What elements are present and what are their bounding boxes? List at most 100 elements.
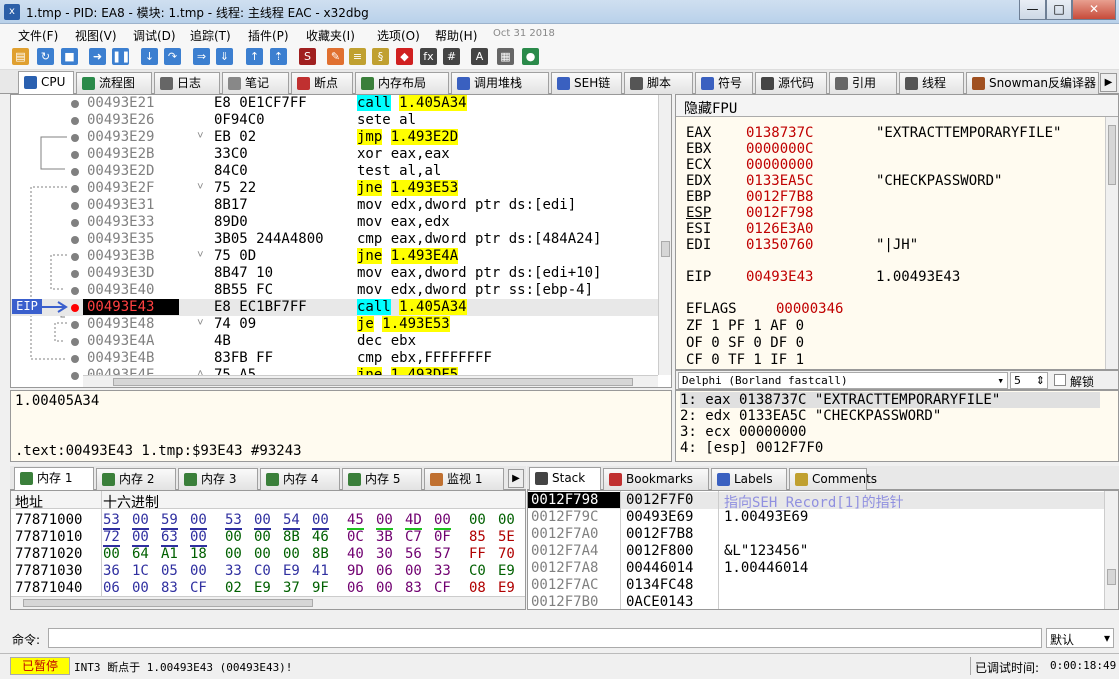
trace-over-icon[interactable]: ⇓ — [216, 48, 233, 65]
menu-help[interactable]: 帮助(H) — [435, 27, 477, 44]
breakpoint-bullet-icon[interactable] — [71, 185, 79, 193]
arguments-panel[interactable]: 1: eax 0138737C "EXTRACTTEMPORARYFILE" 2:… — [675, 390, 1119, 462]
tabs-scroll-right-icon[interactable]: ▶ — [1100, 73, 1117, 92]
dump-tabs-scroll-icon[interactable]: ▶ — [508, 469, 524, 488]
breakpoint-bullet-icon[interactable] — [71, 321, 79, 329]
stack-tab-0[interactable]: Stack — [529, 467, 601, 490]
breakpoint-bullet-icon[interactable] — [71, 151, 79, 159]
step-over-icon[interactable]: ↷ — [164, 48, 181, 65]
disasm-row[interactable]: 00493E48 ˅ 74 09 je 1.493E53 — [11, 316, 671, 333]
breakpoint-bullet-icon[interactable] — [71, 287, 79, 295]
stack-row[interactable]: 0012F7A8 00446014 1.00446014 — [528, 560, 1104, 577]
disassembly-view[interactable]: 00493E21 E8 0E1CF7FF call 1.405A34 00493E26… — [10, 94, 672, 388]
command-mode-select[interactable]: 默认 ▾ — [1046, 628, 1114, 648]
argument-row[interactable]: 4: [esp] 0012F7F0 — [680, 440, 823, 456]
disasm-row[interactable]: 00493E4A 4B dec ebx — [11, 333, 671, 350]
patch-icon[interactable]: ✎ — [327, 48, 344, 65]
labels-icon[interactable]: § — [372, 48, 389, 65]
breakpoint-bullet-icon[interactable] — [71, 117, 79, 125]
stack-view[interactable]: 0012F798 0012F7F0 指向SEH_Record[1]的指针 0012F7… — [527, 490, 1119, 610]
run-icon[interactable]: ➜ — [89, 48, 106, 65]
menu-plugins[interactable]: 插件(P) — [248, 27, 289, 44]
registers-panel[interactable]: 隐藏FPU EAX 0138737C "EXTRACTTEMPORARYFILE" E… — [675, 94, 1119, 370]
run-to-user-icon[interactable]: ↑ — [246, 48, 263, 65]
tab-10[interactable]: 源代码 — [755, 72, 827, 94]
comments-icon[interactable]: ≡ — [349, 48, 366, 65]
breakpoint-bullet-icon[interactable] — [71, 304, 79, 312]
disasm-row[interactable]: 00493E3D 8B47 10 mov eax,dword ptr ds:[edi… — [11, 265, 671, 282]
disasm-row[interactable]: 00493E31 8B17 mov edx,dword ptr ds:[edi] — [11, 197, 671, 214]
tab-1[interactable]: 流程图 — [76, 72, 152, 94]
breakpoint-bullet-icon[interactable] — [71, 202, 79, 210]
argument-row[interactable]: 2: edx 0133EA5C "CHECKPASSWORD" — [680, 408, 941, 424]
bookmark-icon[interactable]: ◆ — [396, 48, 413, 65]
disasm-row[interactable]: 00493E2D 84C0 test al,al — [11, 163, 671, 180]
stack-row[interactable]: 0012F7B0 0ACE0143 — [528, 594, 1104, 609]
trace-into-icon[interactable]: ⇒ — [193, 48, 210, 65]
breakpoint-bullet-icon[interactable] — [71, 134, 79, 142]
scylla-icon[interactable]: S — [299, 48, 316, 65]
tab-8[interactable]: 脚本 — [624, 72, 693, 94]
tab-4[interactable]: 断点 — [291, 72, 353, 94]
tab-2[interactable]: 日志 — [154, 72, 220, 94]
disasm-row[interactable]: 00493E4B 83FB FF cmp ebx,FFFFFFFF — [11, 350, 671, 367]
tab-7[interactable]: SEH链 — [551, 72, 622, 94]
calculator-icon[interactable]: ▦ — [497, 48, 514, 65]
stack-tab-3[interactable]: Comments — [789, 468, 877, 490]
disasm-row[interactable]: 00493E29 ˅ EB 02 jmp 1.493E2D — [11, 129, 671, 146]
dump-hscrollbar[interactable] — [11, 596, 525, 609]
disasm-scrollbar[interactable] — [658, 95, 671, 375]
font-icon[interactable]: A — [471, 48, 488, 65]
run-to-return-icon[interactable]: ⇡ — [270, 48, 287, 65]
dump-tab-4[interactable]: 内存 5 — [342, 468, 422, 490]
breakpoint-bullet-icon[interactable] — [71, 372, 79, 380]
regs-scrollbar[interactable] — [1105, 117, 1118, 369]
disasm-row[interactable]: 00493E40 8B55 FC mov edx,dword ptr ss:[ebp… — [11, 282, 671, 299]
dump-tab-0[interactable]: 内存 1 — [14, 467, 94, 490]
tab-9[interactable]: 符号 — [695, 72, 753, 94]
minimize-button[interactable]: — — [1019, 0, 1046, 20]
disasm-row[interactable]: 00493E26 0F94C0 sete al — [11, 112, 671, 129]
disasm-row[interactable]: 00493E3B ˅ 75 0D jne 1.493E4A — [11, 248, 671, 265]
function-icon[interactable]: fx — [420, 48, 437, 65]
menu-debug[interactable]: 调试(D) — [133, 27, 176, 44]
tab-6[interactable]: 调用堆栈 — [451, 72, 549, 94]
restart-icon[interactable]: ↻ — [37, 48, 54, 65]
stack-tab-1[interactable]: Bookmarks — [603, 468, 709, 490]
stack-row[interactable]: 0012F7A0 0012F7B8 — [528, 526, 1104, 543]
step-into-icon[interactable]: ↓ — [141, 48, 158, 65]
stack-row[interactable]: 0012F7AC 0134FC48 — [528, 577, 1104, 594]
disasm-row[interactable]: 00493E35 3B05 244A4800 cmp eax,dword ptr d… — [11, 231, 671, 248]
dump-tab-3[interactable]: 内存 4 — [260, 468, 340, 490]
maximize-button[interactable]: □ — [1046, 0, 1072, 20]
breakpoint-bullet-icon[interactable] — [71, 100, 79, 108]
calling-convention-select[interactable]: Delphi (Borland fastcall) ▾ — [678, 372, 1008, 389]
breakpoint-bullet-icon[interactable] — [71, 338, 79, 346]
stack-tab-2[interactable]: Labels — [711, 468, 787, 490]
argument-row[interactable]: 1: eax 0138737C "EXTRACTTEMPORARYFILE" — [680, 392, 1100, 408]
breakpoint-bullet-icon[interactable] — [71, 219, 79, 227]
hash-icon[interactable]: # — [443, 48, 460, 65]
hide-fpu-button[interactable]: 隐藏FPU — [676, 95, 1118, 117]
disasm-row[interactable]: 00493E33 89D0 mov eax,edx — [11, 214, 671, 231]
menu-view[interactable]: 视图(V) — [75, 27, 117, 44]
disasm-row[interactable]: 00493E2F ˅ 75 22 jne 1.493E53 — [11, 180, 671, 197]
breakpoint-bullet-icon[interactable] — [71, 168, 79, 176]
dump-tab-2[interactable]: 内存 3 — [178, 468, 258, 490]
tab-12[interactable]: 线程 — [899, 72, 964, 94]
menu-favourites[interactable]: 收藏夹(I) — [306, 27, 355, 44]
breakpoint-bullet-icon[interactable] — [71, 355, 79, 363]
dump-tab-5[interactable]: 监视 1 — [424, 468, 504, 490]
tab-0[interactable]: CPU — [18, 71, 74, 94]
tab-5[interactable]: 内存布局 — [355, 72, 449, 94]
menu-options[interactable]: 选项(O) — [377, 27, 420, 44]
tab-11[interactable]: 引用 — [829, 72, 897, 94]
close-icon[interactable]: ■ — [61, 48, 78, 65]
argument-row[interactable]: 3: ecx 00000000 — [680, 424, 806, 440]
open-icon[interactable]: ▤ — [12, 48, 29, 65]
breakpoint-bullet-icon[interactable] — [71, 236, 79, 244]
memory-dump[interactable]: 地址 十六进制 77871000 53 00 59 00 53 00 54 00 45 00 4D 00… — [10, 490, 526, 610]
command-input[interactable] — [48, 628, 1042, 648]
dump-tab-1[interactable]: 内存 2 — [96, 468, 176, 490]
tab-3[interactable]: 笔记 — [222, 72, 289, 94]
